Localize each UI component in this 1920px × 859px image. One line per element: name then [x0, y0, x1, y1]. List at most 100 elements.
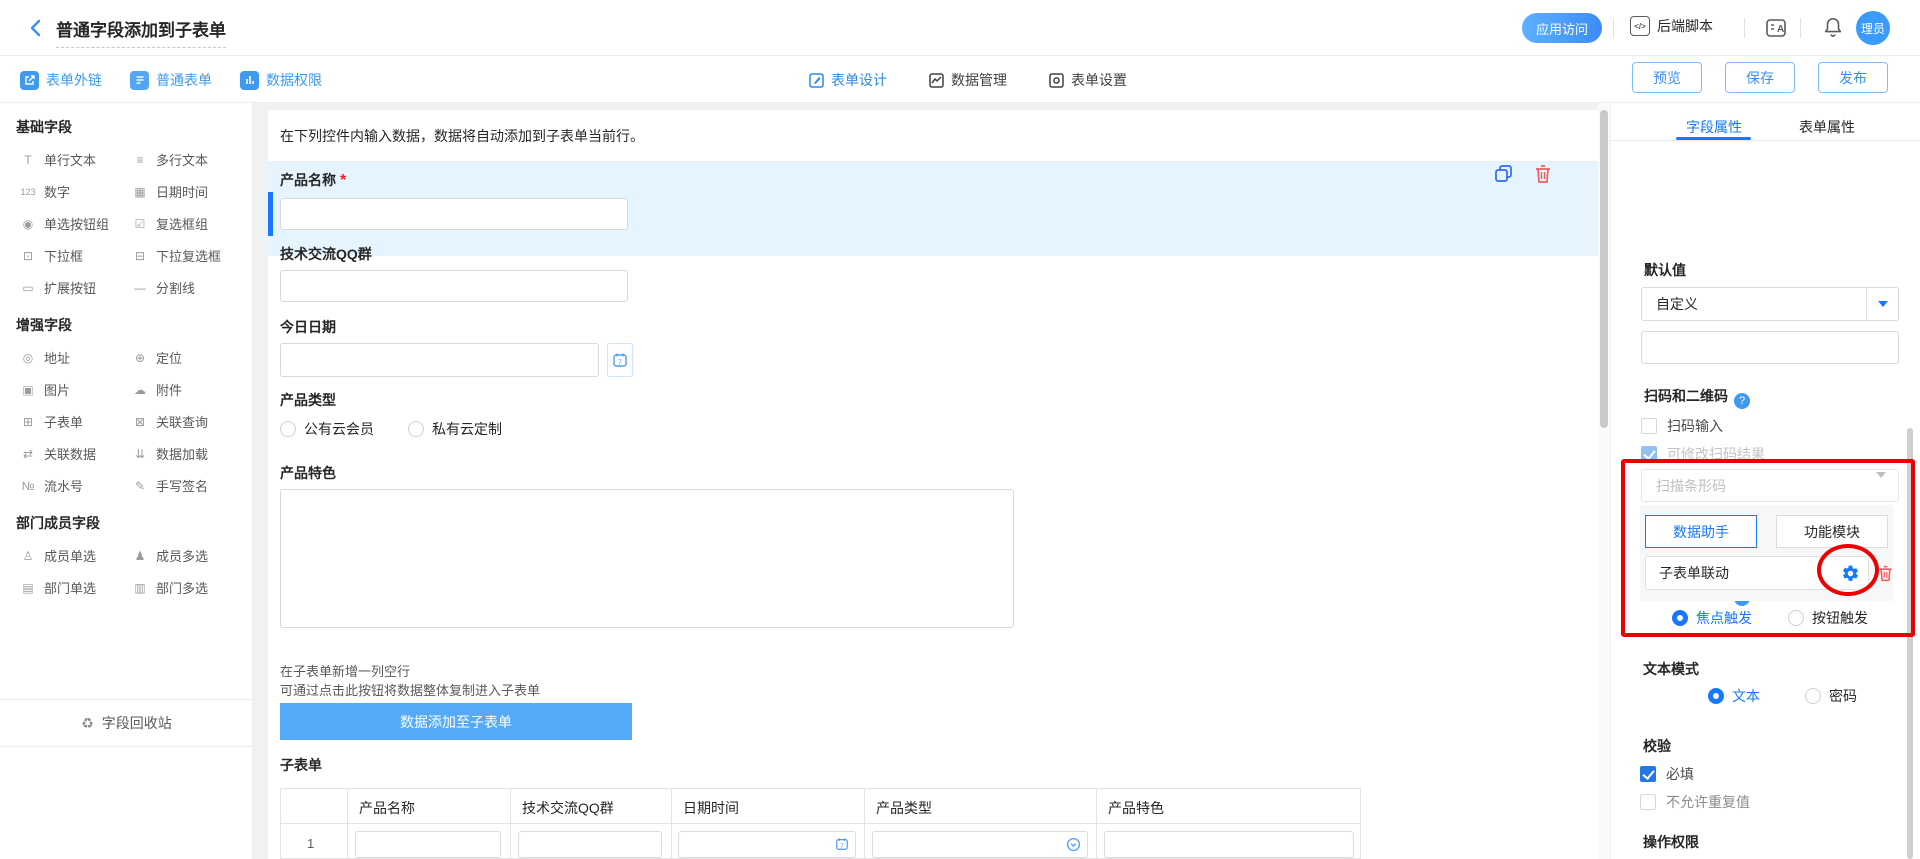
- section-validation: 校验: [1643, 736, 1671, 756]
- data-permission-tab[interactable]: 数据权限: [240, 70, 322, 90]
- publish-button[interactable]: 发布: [1818, 62, 1888, 93]
- checkbox-editable-scan-result[interactable]: 可修改扫码结果: [1641, 444, 1765, 464]
- code-icon: </>: [1630, 16, 1650, 36]
- copy-field-button[interactable]: [1493, 163, 1515, 185]
- field-item-subform[interactable]: ⊞子表单: [20, 412, 132, 431]
- field-item-label: 日期时间: [156, 182, 208, 201]
- data-permission-label: 数据权限: [266, 70, 322, 90]
- canvas-hint-text: 在下列控件内输入数据，数据将自动添加到子表单当前行。: [280, 126, 644, 146]
- field-item-signature[interactable]: ✎手写签名: [132, 476, 248, 495]
- tab-field-properties[interactable]: 字段属性: [1686, 117, 1742, 137]
- radio-button-trigger[interactable]: 按钮触发: [1788, 608, 1868, 628]
- radio-text-mode[interactable]: 文本: [1708, 686, 1760, 706]
- field-item-label: 成员多选: [156, 546, 208, 565]
- checkbox-no-duplicates[interactable]: 不允许重复值: [1640, 792, 1750, 812]
- cell-product-type-select[interactable]: [872, 831, 1088, 858]
- radio-icon: [1788, 610, 1804, 626]
- today-date-input[interactable]: [280, 343, 599, 377]
- field-item-dropdown[interactable]: ⊡下拉框: [20, 246, 132, 265]
- field-item-extend-button[interactable]: ▭扩展按钮: [20, 278, 132, 297]
- field-item-label: 分割线: [156, 278, 195, 297]
- notification-bell-icon[interactable]: [1822, 16, 1844, 38]
- data-assistant-button[interactable]: 数据助手: [1645, 515, 1757, 548]
- field-palette-sidebar: 基础字段 T单行文本 ≡多行文本 123数字 ▦日期时间 ◉单选按钮组 ☑复选框…: [0, 103, 253, 859]
- function-module-button[interactable]: 功能模块: [1776, 515, 1888, 548]
- department-single-icon: ▤: [20, 581, 36, 595]
- normal-form-tab[interactable]: 普通表单: [130, 70, 212, 90]
- cell-product-features-input[interactable]: [1104, 831, 1354, 858]
- form-external-link-tab[interactable]: 表单外链: [20, 70, 102, 90]
- field-item-single-line-text[interactable]: T单行文本: [20, 150, 132, 169]
- avatar[interactable]: 理员: [1856, 11, 1890, 45]
- serial-number-icon: №: [20, 479, 36, 493]
- delete-module-button[interactable]: [1876, 564, 1895, 583]
- preview-button[interactable]: 预览: [1632, 62, 1702, 93]
- gear-icon[interactable]: [1841, 564, 1860, 583]
- recycle-icon: ♻: [81, 715, 94, 732]
- default-value-input[interactable]: [1641, 331, 1899, 364]
- member-fields-grid: ♙成员单选 ♟成员多选 ▤部门单选 ▥部门多选: [0, 535, 252, 601]
- default-value-select[interactable]: 自定义: [1641, 287, 1899, 321]
- number-icon: 123: [20, 187, 36, 197]
- cell-qq-group-input[interactable]: [518, 831, 662, 858]
- scan-type-select-disabled: 扫描条形码: [1641, 469, 1899, 502]
- product-name-input[interactable]: [280, 198, 628, 230]
- field-item-image[interactable]: ▣图片: [20, 380, 132, 399]
- tab-form-design[interactable]: 表单设计: [808, 70, 887, 90]
- field-item-attachment[interactable]: ☁附件: [132, 380, 248, 399]
- api-docs-icon[interactable]: A: [1764, 16, 1788, 40]
- qq-group-input[interactable]: [280, 270, 628, 302]
- row-index: 1: [307, 836, 314, 851]
- product-features-textarea[interactable]: [280, 489, 1014, 628]
- save-button[interactable]: 保存: [1725, 62, 1795, 93]
- cell-datetime-input[interactable]: 7: [678, 831, 856, 858]
- field-item-member-multi[interactable]: ♟成员多选: [132, 546, 248, 565]
- radio-icon: ◉: [20, 217, 36, 231]
- field-item-serial-number[interactable]: №流水号: [20, 476, 132, 495]
- tab-form-properties[interactable]: 表单属性: [1799, 117, 1855, 137]
- calendar-icon: 7: [612, 352, 628, 368]
- field-item-multi-dropdown[interactable]: ⊟下拉复选框: [132, 246, 248, 265]
- radio-focus-trigger[interactable]: 焦点触发: [1672, 608, 1752, 628]
- module-name-input[interactable]: 子表单联动: [1645, 556, 1869, 590]
- checkbox-required[interactable]: 必填: [1640, 764, 1694, 784]
- field-label-qq-group: 技术交流QQ群: [280, 244, 372, 264]
- field-item-divider-line[interactable]: —分割线: [132, 278, 248, 297]
- field-item-datetime[interactable]: ▦日期时间: [132, 182, 248, 201]
- date-picker-button[interactable]: 7: [607, 343, 633, 377]
- field-recycle-bin[interactable]: ♻ 字段回收站: [0, 699, 253, 747]
- select-caret-zone[interactable]: [1866, 288, 1898, 320]
- delete-field-button[interactable]: [1532, 163, 1554, 185]
- radio-option-private-cloud[interactable]: 私有云定制: [408, 419, 502, 439]
- cell-product-name-input[interactable]: [355, 831, 501, 858]
- checkbox-scan-input[interactable]: 扫码输入: [1641, 416, 1723, 436]
- back-icon[interactable]: [26, 18, 46, 38]
- add-to-subform-button[interactable]: 数据添加至子表单: [280, 703, 632, 740]
- calendar-icon[interactable]: 7: [835, 837, 849, 851]
- tab-form-settings[interactable]: 表单设置: [1048, 70, 1127, 90]
- field-item-location[interactable]: ⊕定位: [132, 348, 248, 367]
- radio-option-public-cloud[interactable]: 公有云会员: [280, 419, 374, 439]
- app-access-button[interactable]: 应用访问: [1522, 13, 1602, 43]
- field-item-department-multi[interactable]: ▥部门多选: [132, 578, 248, 597]
- backend-script-button[interactable]: </> 后端脚本: [1630, 16, 1713, 36]
- help-icon[interactable]: ?: [1734, 393, 1750, 409]
- tab-data-management[interactable]: 数据管理: [928, 70, 1007, 90]
- field-item-member-single[interactable]: ♙成员单选: [20, 546, 132, 565]
- radio-password-mode[interactable]: 密码: [1805, 686, 1857, 706]
- department-multi-icon: ▥: [132, 581, 148, 595]
- field-item-multi-line-text[interactable]: ≡多行文本: [132, 150, 248, 169]
- canvas-scrollbar-thumb[interactable]: [1600, 110, 1608, 428]
- panel-scrollbar-thumb[interactable]: [1907, 428, 1913, 859]
- field-item-related-query[interactable]: ⊠关联查询: [132, 412, 248, 431]
- field-item-address[interactable]: ◎地址: [20, 348, 132, 367]
- field-item-radio-group[interactable]: ◉单选按钮组: [20, 214, 132, 233]
- radio-selected-icon: [1708, 688, 1724, 704]
- field-item-data-load[interactable]: ⇊数据加载: [132, 444, 248, 463]
- field-item-related-data[interactable]: ⇄关联数据: [20, 444, 132, 463]
- radio-label: 文本: [1732, 686, 1760, 706]
- field-item-number[interactable]: 123数字: [20, 182, 132, 201]
- field-item-department-single[interactable]: ▤部门单选: [20, 578, 132, 597]
- field-item-checkbox-group[interactable]: ☑复选框组: [132, 214, 248, 233]
- select-circle-icon[interactable]: [1066, 837, 1081, 852]
